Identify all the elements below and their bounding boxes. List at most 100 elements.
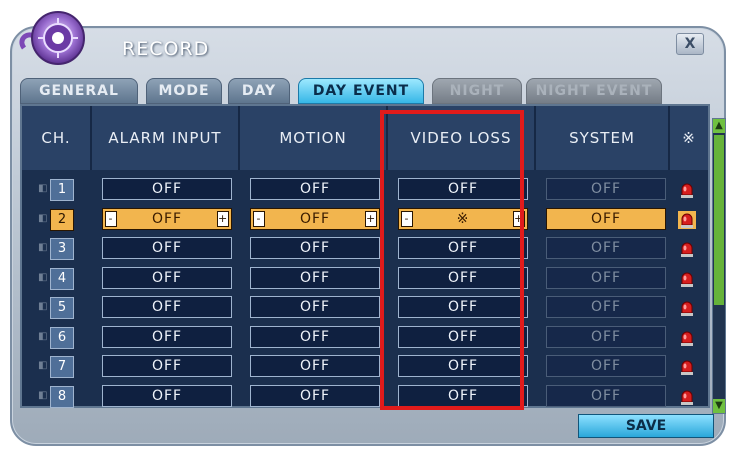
red-siren-icon[interactable] (678, 299, 696, 317)
decrement-button[interactable]: - (253, 210, 265, 227)
alarm-input-field-value: OFF (151, 299, 183, 315)
window-title: RECORD (122, 38, 210, 60)
motion-field[interactable]: OFF (250, 178, 380, 200)
scroll-up-icon[interactable]: ▲ (713, 119, 725, 133)
motion-field[interactable]: OFF (250, 237, 380, 259)
channel-number: 1 (50, 179, 74, 201)
scrollbar[interactable]: ▲ ▼ (712, 118, 726, 414)
motion-field-value: OFF (299, 328, 331, 345)
header-system: SYSTEM (536, 106, 670, 170)
system-field-value: OFF (590, 210, 622, 227)
red-siren-icon[interactable] (678, 388, 696, 406)
channel-cell[interactable]: ◧ 7 (32, 355, 86, 378)
system-field: OFF (546, 207, 666, 230)
camera-plug-icon: ◧ (38, 212, 48, 224)
motion-field-value: OFF (299, 358, 331, 374)
table-row[interactable]: ◧ 1 OFF OFF OFF OFF (20, 178, 710, 204)
increment-button[interactable]: + (365, 210, 377, 227)
system-field-value: OFF (590, 269, 622, 286)
channel-number: 3 (50, 238, 74, 260)
table-row[interactable]: ◧ 4 OFF OFF OFF OFF (20, 266, 710, 293)
channel-number: 6 (50, 326, 74, 349)
alarm-input-field[interactable]: OFF (102, 237, 232, 259)
alarm-input-field[interactable]: OFF (102, 355, 232, 377)
decrement-button[interactable]: - (105, 210, 117, 227)
save-button[interactable]: SAVE (578, 414, 714, 438)
channel-number: 2 (50, 208, 74, 231)
alarm-input-field-value: OFF (151, 387, 183, 404)
motion-field[interactable]: OFF (250, 266, 380, 289)
red-siren-icon[interactable] (678, 240, 696, 258)
motion-field[interactable]: OFF (250, 296, 380, 318)
motion-field-value: OFF (299, 240, 331, 256)
record-window: RECORD X GENERAL MODE DAY DAY EVENT NIGH… (10, 11, 726, 446)
record-disc-logo-icon (19, 11, 85, 65)
alarm-input-field-value: OFF (151, 269, 183, 286)
header-ch: CH. (22, 106, 92, 170)
scroll-thumb[interactable] (714, 135, 724, 305)
tab-general[interactable]: GENERAL (20, 78, 138, 104)
alarm-input-field[interactable]: OFF (102, 325, 232, 348)
camera-plug-icon: ◧ (38, 271, 48, 283)
channel-cell[interactable]: ◧ 3 (32, 237, 86, 260)
tab-night-event: NIGHT EVENT (526, 78, 662, 104)
header-alarm-input: ALARM INPUT (92, 106, 240, 170)
alarm-input-field-value: OFF (151, 240, 183, 256)
alarm-input-field[interactable]: OFF (102, 266, 232, 289)
alarm-input-field-value: OFF (151, 358, 183, 374)
alarm-input-field[interactable]: OFF - + (102, 207, 232, 230)
motion-field[interactable]: OFF (250, 355, 380, 377)
table-row[interactable]: ◧ 7 OFF OFF OFF OFF (20, 355, 710, 381)
close-button[interactable]: X (676, 33, 704, 55)
system-field-value: OFF (590, 240, 622, 256)
camera-plug-icon: ◧ (38, 360, 48, 371)
red-siren-icon[interactable] (678, 210, 696, 229)
table-row[interactable]: ◧ 5 OFF OFF OFF OFF (20, 296, 710, 322)
channel-cell[interactable]: ◧ 5 (32, 296, 86, 319)
motion-field[interactable]: OFF - + (250, 207, 380, 230)
red-siren-icon[interactable] (678, 270, 696, 288)
red-siren-icon[interactable] (678, 181, 696, 199)
header-alarm: ※ (670, 106, 708, 170)
red-siren-icon[interactable] (678, 329, 696, 347)
table-row[interactable]: ◧ 8 OFF OFF OFF OFF (20, 384, 710, 411)
camera-plug-icon: ◧ (38, 242, 48, 253)
tab-day[interactable]: DAY (228, 78, 290, 104)
tab-mode[interactable]: MODE (146, 78, 222, 104)
title-bar: RECORD X (12, 11, 724, 68)
increment-button[interactable]: + (217, 210, 229, 227)
motion-field[interactable]: OFF (250, 325, 380, 348)
motion-field-value: OFF (299, 181, 331, 197)
system-field: OFF (546, 384, 666, 407)
table-row[interactable]: ◧ 3 OFF OFF OFF OFF (20, 237, 710, 263)
channel-number: 7 (50, 356, 74, 378)
camera-plug-icon: ◧ (38, 330, 48, 342)
alarm-input-field[interactable]: OFF (102, 178, 232, 200)
camera-plug-icon: ◧ (38, 301, 48, 312)
alarm-input-field[interactable]: OFF (102, 296, 232, 318)
alarm-input-field[interactable]: OFF (102, 384, 232, 407)
channel-cell[interactable]: ◧ 8 (32, 385, 86, 408)
red-siren-icon[interactable] (678, 358, 696, 376)
scroll-down-icon[interactable]: ▼ (713, 399, 725, 413)
table-row[interactable]: ◧ 6 OFF OFF OFF OFF (20, 325, 710, 352)
motion-field[interactable]: OFF (250, 384, 380, 407)
channel-cell[interactable]: ◧ 1 (32, 178, 86, 201)
table-row[interactable]: ◧ 2 OFF - + OFF - + ※ - + OFF (20, 207, 710, 234)
channel-number: 4 (50, 267, 74, 290)
channel-cell[interactable]: ◧ 2 (32, 208, 86, 231)
camera-plug-icon: ◧ (38, 183, 48, 194)
video-loss-highlight-box (380, 110, 524, 410)
system-field-value: OFF (590, 328, 622, 345)
motion-field-value: OFF (299, 269, 331, 286)
alarm-input-field-value: OFF (151, 181, 183, 197)
channel-cell[interactable]: ◧ 4 (32, 267, 86, 290)
system-field: OFF (546, 266, 666, 289)
tab-day-event[interactable]: DAY EVENT (298, 78, 424, 104)
channel-number: 5 (50, 297, 74, 319)
system-field: OFF (546, 237, 666, 259)
alarm-input-field-value: OFF (151, 210, 183, 227)
system-field: OFF (546, 296, 666, 318)
channel-cell[interactable]: ◧ 6 (32, 326, 86, 349)
motion-field-value: OFF (299, 210, 331, 227)
